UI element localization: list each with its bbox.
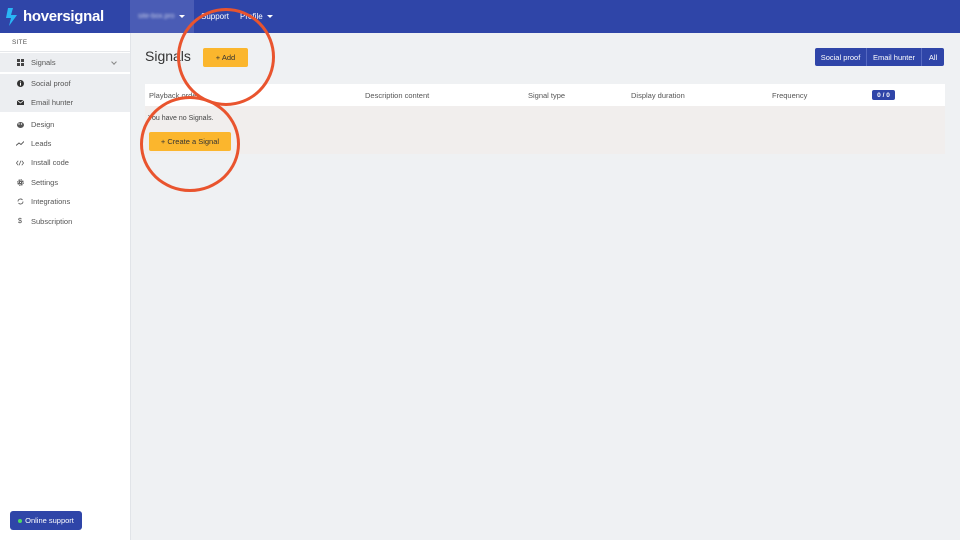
envelope-icon xyxy=(16,100,24,105)
nav-profile-label: Profile xyxy=(240,12,263,21)
code-icon xyxy=(16,160,24,166)
caret-down-icon xyxy=(266,15,273,18)
sidebar-item-settings[interactable]: Settings xyxy=(0,173,130,192)
create-button-label: + Create a Signal xyxy=(160,137,220,146)
add-signal-button[interactable]: + Add xyxy=(203,48,248,67)
lightning-logo-icon xyxy=(6,7,17,26)
sidebar: SITE Signals Social proof Email hunter D… xyxy=(0,33,131,540)
sidebar-item-design[interactable]: Design xyxy=(0,115,130,134)
column-header-signal-type[interactable]: Signal type xyxy=(528,91,565,100)
page-title: Signals xyxy=(145,48,191,64)
sidebar-item-label: Signals xyxy=(31,58,56,67)
sidebar-item-label: Email hunter xyxy=(31,98,74,107)
sync-icon xyxy=(16,198,24,205)
sidebar-divider xyxy=(0,51,130,52)
column-header-frequency[interactable]: Frequency xyxy=(772,91,807,100)
nav-support-link[interactable]: Support xyxy=(201,0,229,33)
sidebar-section-label: SITE xyxy=(12,39,28,46)
sidebar-item-social-proof[interactable]: Social proof xyxy=(0,74,130,93)
dollar-icon: $ xyxy=(18,218,22,225)
chevron-down-icon xyxy=(111,59,117,65)
trend-line-icon xyxy=(16,141,24,146)
filter-label: All xyxy=(928,52,938,62)
filter-social-proof-button[interactable]: Social proof xyxy=(815,48,867,66)
site-selector[interactable]: site-box.pro xyxy=(130,0,194,33)
sidebar-item-label: Settings xyxy=(31,178,59,187)
sidebar-item-subscription[interactable]: $ Subscription xyxy=(0,212,130,231)
signal-type-filter: Social proof Email hunter All xyxy=(815,48,944,66)
sidebar-item-label: Design xyxy=(31,120,55,129)
sidebar-item-signals[interactable]: Signals xyxy=(0,53,130,72)
sidebar-item-label: Social proof xyxy=(31,79,71,88)
empty-state-message: You have no Signals. xyxy=(148,115,214,122)
create-signal-button[interactable]: + Create a Signal xyxy=(149,132,231,151)
palette-icon xyxy=(16,121,24,128)
sidebar-item-label: Leads xyxy=(31,139,52,148)
online-status-dot-icon xyxy=(18,518,23,523)
sidebar-item-leads[interactable]: Leads xyxy=(0,134,130,153)
sidebar-item-email-hunter[interactable]: Email hunter xyxy=(0,93,130,112)
filter-label: Email hunter xyxy=(872,52,916,62)
empty-state-row: You have no Signals. + Create a Signal xyxy=(145,106,945,154)
add-button-label: + Add xyxy=(215,53,236,62)
online-support-label: Online support xyxy=(25,516,74,525)
info-circle-icon xyxy=(16,80,24,87)
grid-icon xyxy=(16,59,24,66)
column-header-description[interactable]: Description content xyxy=(365,91,429,100)
caret-down-icon xyxy=(178,15,185,18)
gear-icon xyxy=(16,179,24,186)
signals-table-header: Playback order Description content Signa… xyxy=(145,84,945,106)
site-selector-value: site-box.pro xyxy=(138,13,175,20)
filter-all-button[interactable]: All xyxy=(922,48,944,66)
sidebar-item-label: Subscription xyxy=(31,217,73,226)
filter-email-hunter-button[interactable]: Email hunter xyxy=(867,48,922,66)
signal-count-badge: 0 / 0 xyxy=(872,90,895,100)
nav-support-label: Support xyxy=(201,12,230,21)
sidebar-item-label: Integrations xyxy=(31,197,71,206)
online-support-button[interactable]: Online support xyxy=(10,511,82,530)
sidebar-item-install-code[interactable]: Install code xyxy=(0,153,130,172)
column-header-playback-order[interactable]: Playback order xyxy=(149,91,199,100)
nav-profile-menu[interactable]: Profile xyxy=(240,0,273,33)
column-header-display-duration[interactable]: Display duration xyxy=(631,91,685,100)
sidebar-item-integrations[interactable]: Integrations xyxy=(0,192,130,211)
filter-label: Social proof xyxy=(820,52,861,62)
brand-name: hoversignal xyxy=(23,8,104,25)
sidebar-item-label: Install code xyxy=(31,158,69,167)
brand-logo[interactable]: hoversignal xyxy=(0,0,130,33)
